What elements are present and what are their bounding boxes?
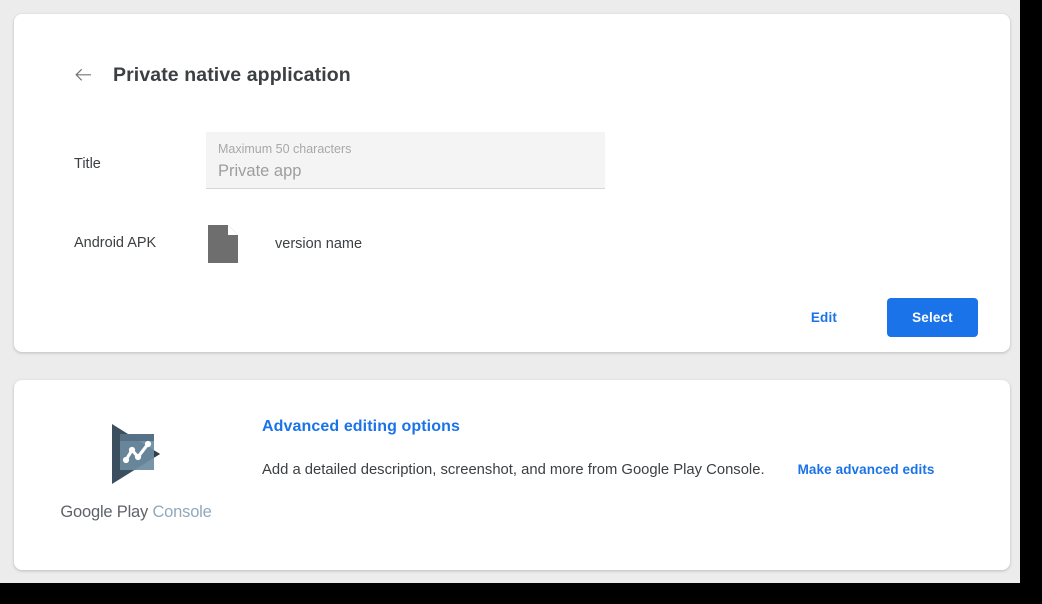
apk-version-name: version name (275, 236, 363, 252)
advanced-editing-card: Google Play Console Advanced editing opt… (14, 380, 1010, 570)
title-input-value: Private app (218, 162, 302, 180)
title-input[interactable]: Maximum 50 characters Private app (206, 132, 605, 189)
title-input-hint: Maximum 50 characters (218, 142, 352, 156)
google-play-console-wordmark: Google Play Console (60, 503, 211, 522)
make-advanced-edits-link[interactable]: Make advanced edits (798, 462, 935, 477)
apk-file-entry: version name (206, 224, 362, 264)
wordmark-console: Console (152, 503, 212, 521)
back-arrow-icon[interactable] (66, 58, 100, 92)
private-app-card: Private native application Title Maximum… (14, 14, 1010, 352)
wordmark-google-play: Google Play (60, 503, 149, 521)
advanced-editing-description: Add a detailed description, screenshot, … (262, 462, 765, 478)
advanced-editing-content: Advanced editing options Add a detailed … (262, 418, 986, 481)
page-title: Private native application (113, 63, 351, 86)
advanced-editing-description-row: Add a detailed description, screenshot, … (262, 459, 986, 481)
file-document-icon (208, 225, 238, 263)
card-header: Private native application (60, 58, 351, 92)
google-play-console-logo-icon (98, 416, 174, 492)
android-apk-row: Android APK version name (74, 224, 362, 264)
advanced-editing-heading[interactable]: Advanced editing options (262, 418, 460, 436)
title-field-label: Title (74, 156, 101, 172)
google-play-console-logo-block: Google Play Console (36, 416, 236, 522)
title-field-row: Title Maximum 50 characters Private app (74, 132, 605, 189)
page-viewport: Private native application Title Maximum… (0, 0, 1020, 583)
edit-button[interactable]: Edit (801, 302, 847, 333)
select-button[interactable]: Select (887, 298, 978, 337)
android-apk-label: Android APK (74, 235, 157, 251)
card-actions: Edit Select (801, 298, 978, 337)
